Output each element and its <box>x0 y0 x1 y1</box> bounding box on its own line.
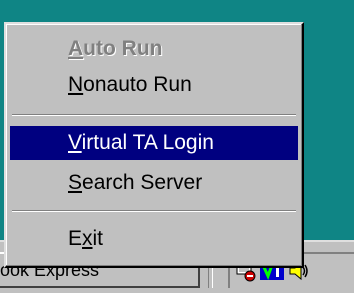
menu-item-label: uto Run <box>83 37 163 60</box>
menu-item-nonauto-run[interactable]: Nonauto Run <box>10 68 298 102</box>
menu-separator <box>12 114 296 116</box>
context-menu: Auto Run Nonauto Run Virtual TA Login Se… <box>4 22 304 268</box>
menu-item-mnemonic: N <box>68 73 84 96</box>
menu-item-auto-run[interactable]: Auto Run <box>10 32 298 66</box>
menu-item-label-prefix: E <box>68 227 83 250</box>
menu-item-exit[interactable]: Exit <box>10 222 298 256</box>
menu-item-mnemonic: V <box>68 131 82 154</box>
menu-item-mnemonic: S <box>68 171 83 194</box>
menu-item-label: onauto Run <box>83 73 192 96</box>
menu-item-mnemonic: A <box>68 37 84 60</box>
menu-item-label: irtual TA Login <box>81 131 214 154</box>
menu-item-label: it <box>92 227 104 250</box>
screen: ook Express Auto Run Nonauto Run Virtual… <box>0 0 354 293</box>
menu-item-label: earch Server <box>82 171 203 194</box>
menu-item-search-server[interactable]: Search Server <box>10 166 298 200</box>
menu-item-virtual-ta-login[interactable]: Virtual TA Login <box>10 126 298 160</box>
menu-item-mnemonic: x <box>82 227 93 250</box>
menu-separator <box>12 210 296 212</box>
